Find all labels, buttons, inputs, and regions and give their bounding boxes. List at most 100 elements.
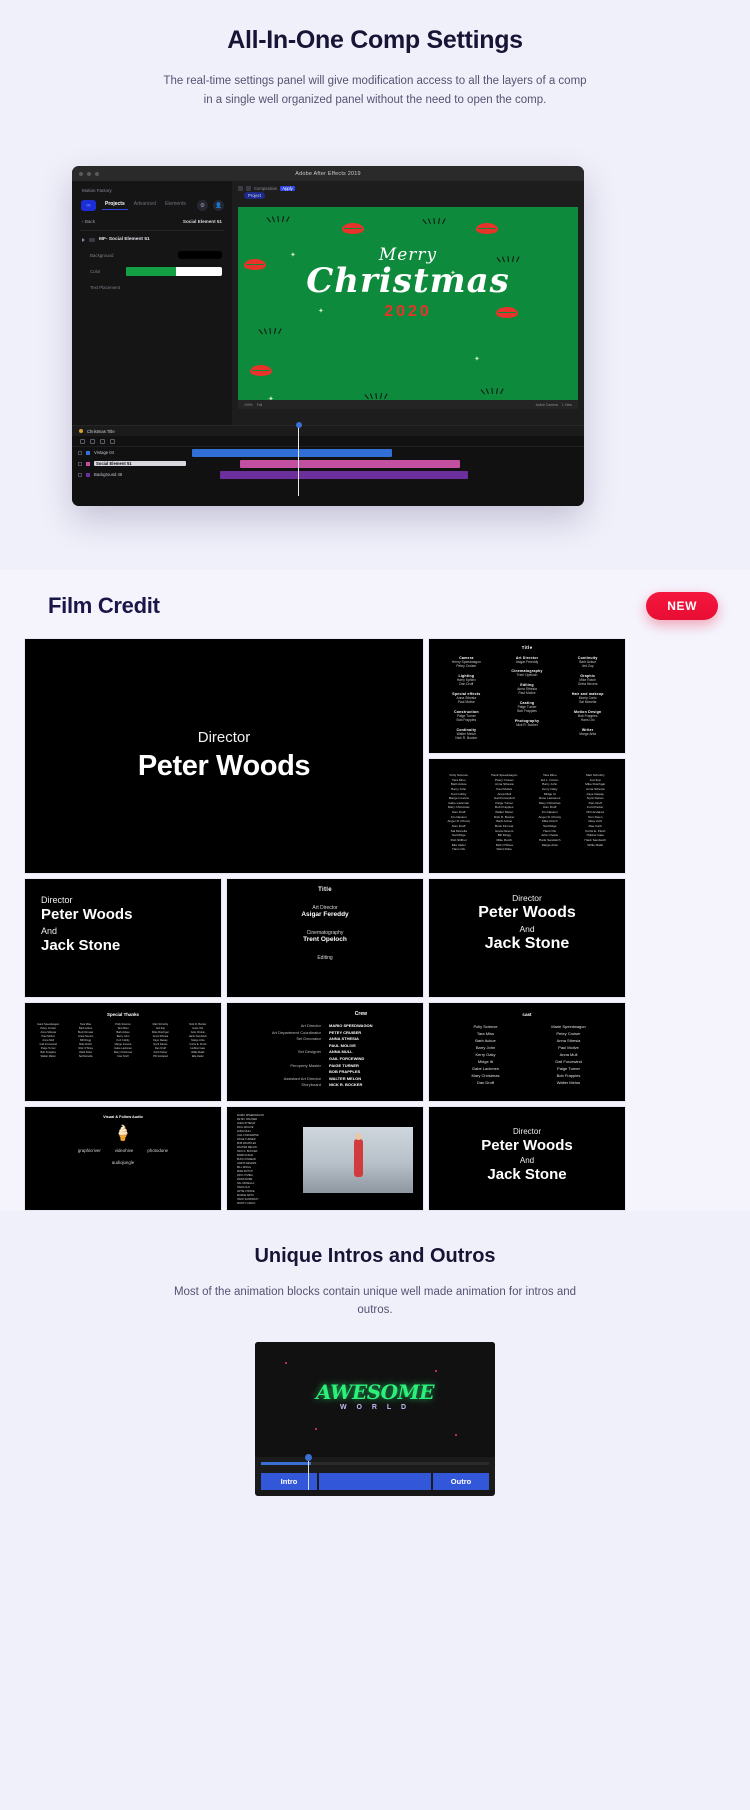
crew-role [237,1043,321,1050]
visibility-icon[interactable] [78,472,82,477]
thanks-column: Polly Science Tara Misu Barb Ackue Barry Jo… [113,1023,133,1059]
credit-card-hero[interactable]: Director Peter Woods [24,638,424,874]
user-icon[interactable]: 👤 [213,200,224,211]
cast-column: Marie Speedwagon Petey Cruiser Anna Sthesi… [551,1024,586,1085]
tab-projects[interactable]: Projects [102,201,128,210]
section-subtitle: Most of the animation blocks contain uni… [173,1286,577,1317]
credit-card-director-pair[interactable]: Director Peter Woods And Jack Stone [24,878,222,998]
viewer-camera[interactable]: Active Camera [536,403,558,407]
workspace-label[interactable]: Motion Factory [72,181,232,193]
credit-card-audio[interactable]: Visual & Follow Audio 🍦 graphicriver vid… [24,1106,222,1211]
comp-line-2: Christmas [306,261,510,301]
credit-card-title[interactable]: Title Camera Henry Speedwagon Petey Cruise… [428,638,626,754]
credit-conjunction: And [41,926,58,936]
timeline-layer-name: Vintage 04 [94,450,114,455]
brand-row: graphicriver videohive photodune [25,1148,221,1153]
thanks-column: Tara Misu Barb Ackue Buck Kinnear Greta Nev… [77,1023,94,1059]
crew-role: Art Director [300,1023,321,1028]
breadcrumb-project[interactable]: Project [244,192,266,199]
gear-icon[interactable]: ⚙ [197,200,208,211]
layer-name: MF- Social Element 51 [99,237,150,242]
credit-card-crew-photo[interactable]: MARIO SPEEDWAGON PETEY CRUISER ANNA STHESI… [226,1106,424,1211]
confetti-dot-icon [315,1427,317,1430]
preview-timeline[interactable]: Intro Outro [255,1454,495,1490]
credit-role: Director [512,1127,541,1136]
visibility-icon[interactable] [78,450,82,455]
brand-graphicriver[interactable]: graphicriver [78,1148,101,1153]
after-effects-window: Adobe After Effects 2019 Motion Factory … [72,166,584,506]
crew-role: Set Decorator [296,1036,321,1042]
timeline-track[interactable] [261,1461,489,1465]
cast-column: Matt Schultzy Jed Zup Mike Rotchgar Anna St… [584,773,607,847]
tab-elements[interactable]: Elements [165,201,186,210]
cast-column: Tara Misu Ed L. Cotton Barry John Kerry Oak… [538,773,562,847]
crew-name: NICK R. BOCKER [329,1082,363,1088]
brand-photodune[interactable]: photodune [147,1148,168,1153]
table-row[interactable]: Vintage 04 [72,447,584,458]
credit-card-cast[interactable]: Cast Polly Science Tara Misu Barb Ackue Bar… [428,758,626,874]
credit-names: Mike Rotch Greta Nevers [577,677,598,687]
credit-column: Camera Henry Speedwagon Petey Cruiser Ligh… [443,656,490,745]
breadcrumb-composition[interactable]: Composition [254,186,277,191]
back-button[interactable]: ‹ Back [82,219,95,224]
eyelash-icon [266,215,290,223]
viewer-breadcrumb-2: Project [232,191,584,199]
breadcrumb-apply[interactable]: Apply [280,186,295,191]
composition-viewer: Composition Apply Project ✦ ✦ ✦ ✦ Merry … [232,181,584,425]
crew-name: ANNA MULL [329,1049,353,1055]
table-row[interactable]: Social Element 51 [72,458,584,469]
crew-name: WALTER MELON [329,1075,362,1081]
snapshot-icon[interactable] [246,186,251,191]
table-row[interactable]: Background 46 [72,469,584,480]
credit-name: Jack Stone [484,935,570,952]
color-slider[interactable] [126,267,222,276]
brand-audiojungle[interactable]: audiojungle [112,1160,134,1165]
middle-segment[interactable] [319,1472,431,1490]
list-item: Art Director MARIO SPEEDWAGON [237,1023,413,1030]
color-swatch[interactable] [178,251,222,259]
credit-card-special-thanks[interactable]: Special Thanks Hank Speedwagon Petey Crui… [24,1002,222,1102]
timeline-playhead[interactable] [295,422,302,496]
chevron-right-icon[interactable] [82,237,85,242]
crew-name: PAIGE TURNER [329,1062,359,1068]
crew-photo-image [303,1127,413,1193]
credit-card-director-final[interactable]: Director Peter Woods And Jack Stone [428,1106,626,1211]
visibility-icon[interactable] [78,461,82,466]
credit-role: Director [41,895,73,905]
viewer-resolution[interactable]: Full [257,403,262,407]
timeline-tab-label[interactable]: Christmas Title [87,429,115,434]
tab-advanced[interactable]: Advanced [134,201,156,210]
credit-name: Peter Woods [41,906,133,923]
viewer-zoom[interactable]: 100% [244,403,253,407]
credit-role: Director [512,893,542,903]
layer-color-icon [86,472,90,477]
preview-stage: AWESOME W O R L D [255,1341,495,1457]
layer-row[interactable]: MF- Social Element 51 [72,231,232,242]
timeline-bar[interactable] [220,470,468,479]
credit-names: Henry Speedwagon Petey Cruiser [451,660,481,669]
credit-card-title-list[interactable]: Title Art Director Asigar Fereddy Cinemat… [226,878,424,998]
timeline-bar[interactable] [192,448,392,457]
ice-cream-icon: 🍦 [113,1125,133,1142]
credit-names: Nick R. Bocker [516,722,538,727]
credit-columns: Camera Henry Speedwagon Petey Cruiser Ligh… [429,650,625,745]
credit-card-crew[interactable]: Crew Art Director MARIO SPEEDWAGON Art De… [226,1002,424,1102]
timeline-ruler[interactable] [72,436,584,447]
timeline-panel: Christmas Title Vintage 04 Social Elemen… [72,422,584,506]
crew-name: PETEY CRUISER [329,1029,362,1035]
timeline-layer-name: Background 46 [94,472,123,477]
outro-segment[interactable]: Outro [433,1472,489,1490]
comp-artwork-text: Merry Christmas 2020 [238,245,578,321]
viewer-views[interactable]: 1 View [562,403,572,407]
brand-videohive[interactable]: videohive [115,1148,134,1153]
list-item: Set Designer ANNA MULL [237,1049,413,1056]
lips-icon [250,365,272,376]
lock-icon[interactable] [238,186,243,191]
timeline-bar[interactable] [240,459,460,468]
card-heading: cast [522,1012,532,1017]
credit-card-director-pair-centered[interactable]: Director Peter Woods And Jack Stone [428,878,626,998]
timeline-playhead-knob[interactable] [305,1454,313,1462]
intro-preview-player[interactable]: AWESOME W O R L D Intro Outro [255,1341,495,1496]
credit-card-cast-2[interactable]: cast Polly Science Tara Misu Barb Ackue Bar… [428,1002,626,1102]
thanks-column: Hank Speedwagon Petey Cruiser Anna Sthesia… [37,1023,60,1059]
